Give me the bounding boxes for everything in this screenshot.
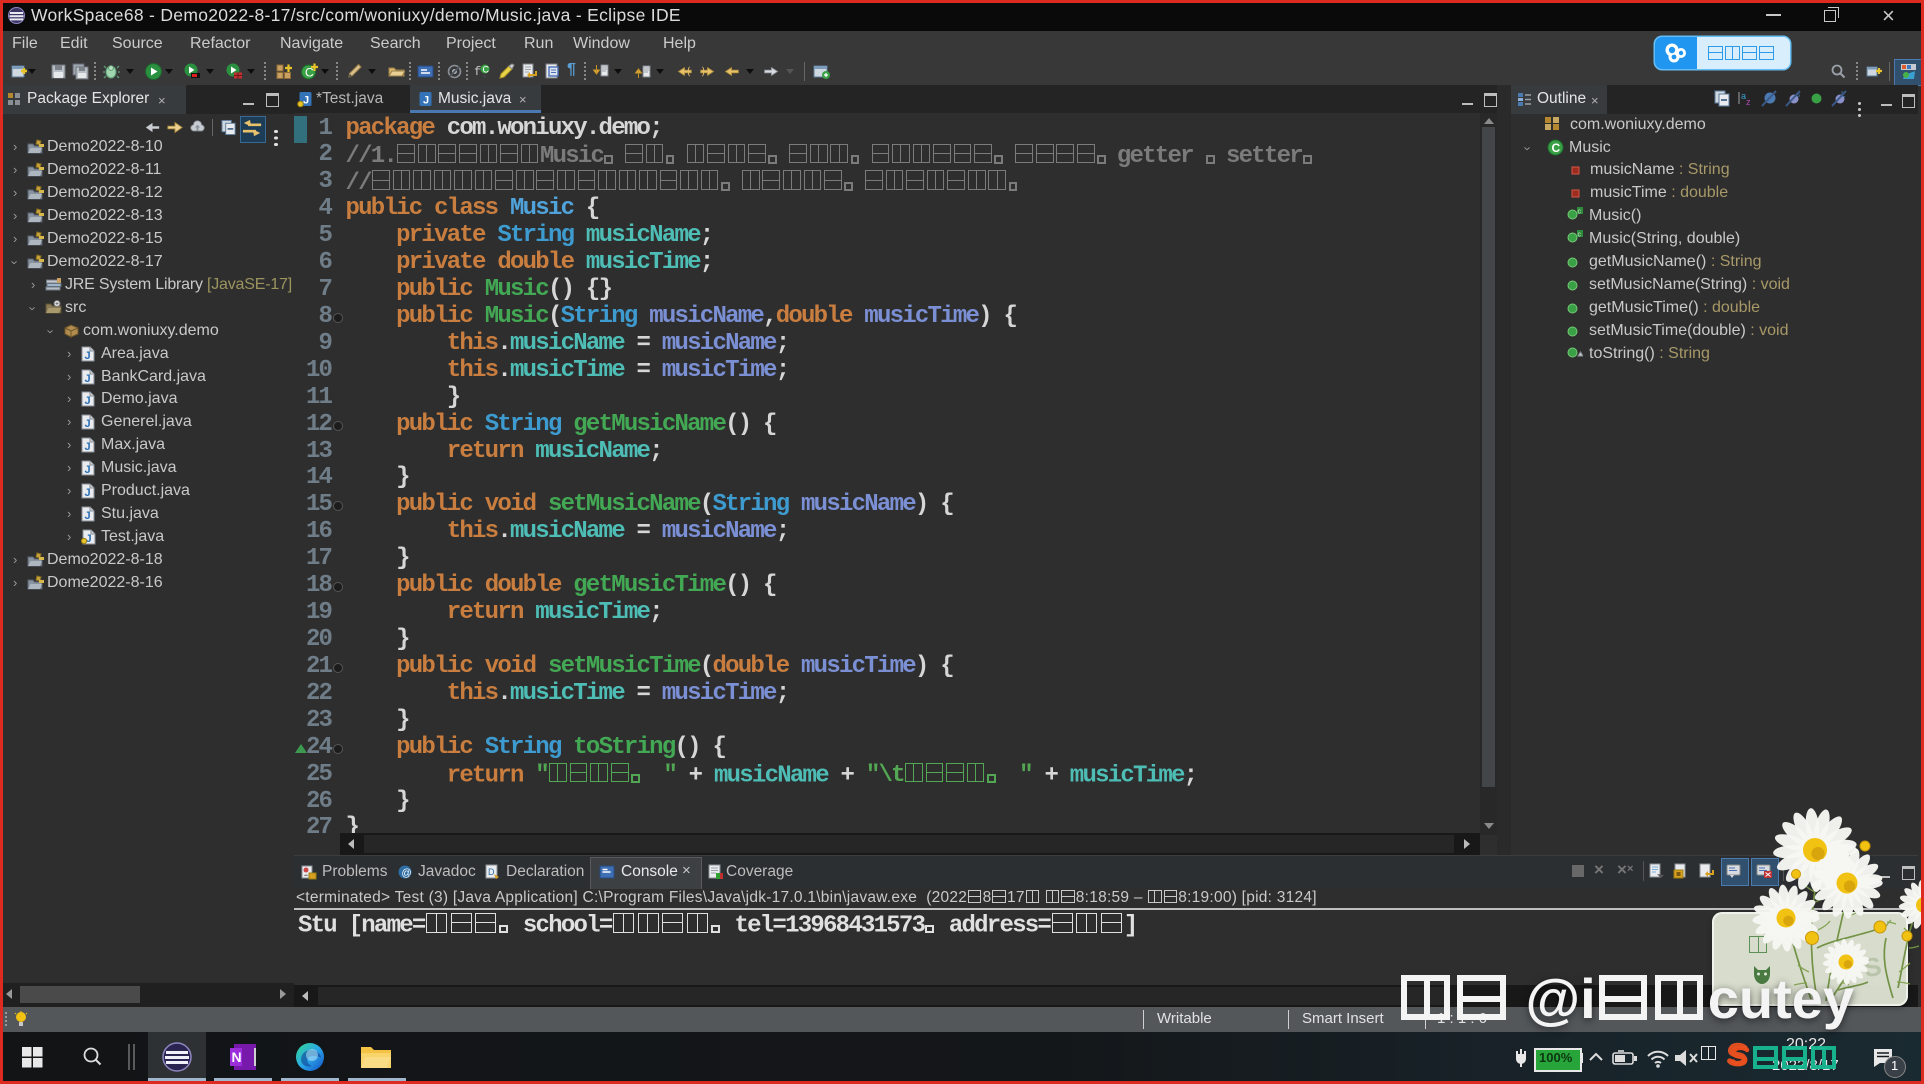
svg-text:c: c	[1578, 209, 1582, 216]
svg-text:J: J	[85, 487, 91, 499]
svg-text:J: J	[85, 464, 91, 476]
svg-text:N: N	[232, 1049, 242, 1065]
svg-text:J: J	[85, 510, 91, 522]
svg-text:J: J	[85, 441, 91, 453]
svg-text:J: J	[303, 95, 309, 107]
svg-text:f: f	[474, 65, 481, 79]
svg-text:J: J	[85, 418, 91, 430]
svg-text:D: D	[488, 867, 495, 877]
svg-text:c: c	[1578, 232, 1582, 239]
svg-text:C: C	[483, 65, 490, 75]
svg-text:J: J	[85, 395, 91, 407]
svg-text:J: J	[85, 350, 91, 362]
svg-text:J: J	[86, 533, 92, 545]
svg-text:C: C	[1552, 141, 1561, 155]
svg-text:J: J	[85, 373, 91, 385]
svg-text:@: @	[402, 868, 412, 879]
svg-text:J: J	[423, 95, 429, 107]
